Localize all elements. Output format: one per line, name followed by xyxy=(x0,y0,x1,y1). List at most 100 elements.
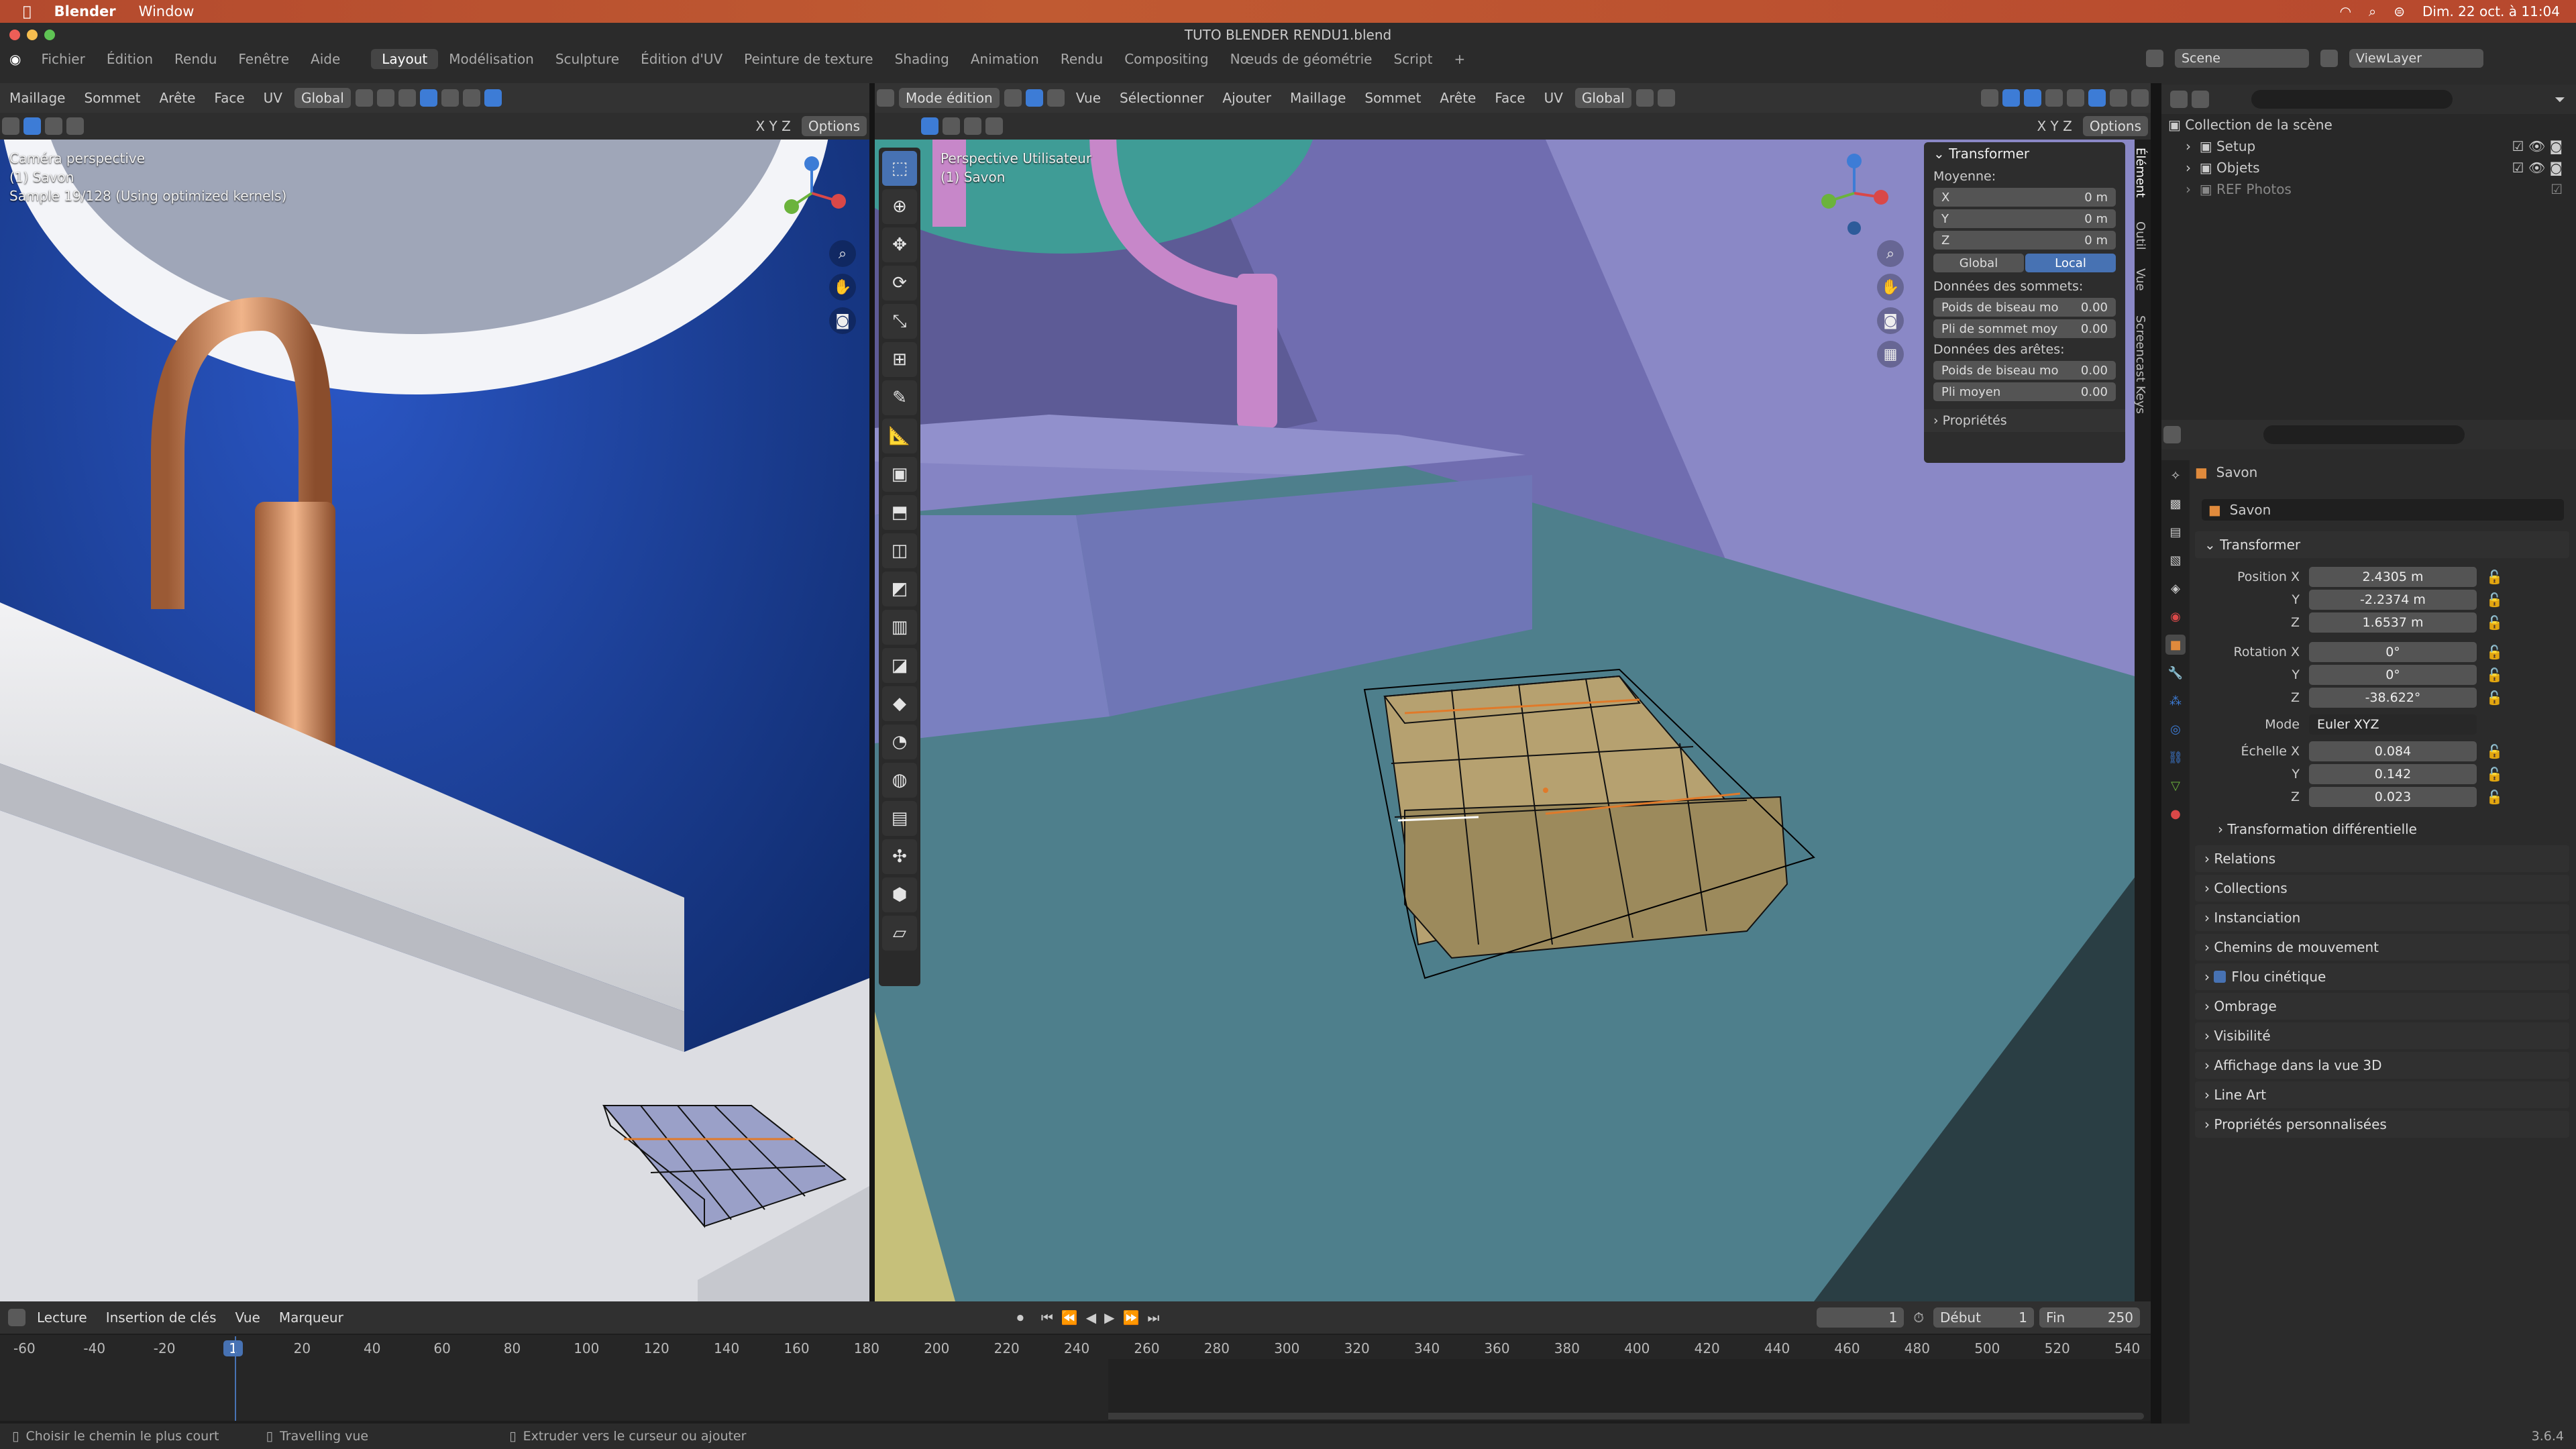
right-menu-mesh[interactable]: Maillage xyxy=(1281,90,1355,106)
end-frame-field[interactable]: Fin 250 xyxy=(2039,1307,2141,1328)
visibility-eye-icon[interactable]: ☑ xyxy=(2551,181,2576,197)
menu-view[interactable]: Vue xyxy=(229,1307,267,1328)
viewlayer-selector[interactable]: ViewLayer xyxy=(2349,49,2483,68)
rotate-tool-icon[interactable]: ⟳ xyxy=(882,266,917,301)
tool-tab-icon[interactable]: ✧ xyxy=(2165,466,2186,486)
scene-selector[interactable]: Scene xyxy=(2175,49,2309,68)
select-mode-icon[interactable] xyxy=(2,117,19,135)
lock-icon[interactable]: 🔓 xyxy=(2477,614,2503,631)
timeline-type-icon[interactable] xyxy=(8,1309,25,1326)
shrink-fatten-tool-icon[interactable]: ✣ xyxy=(882,839,917,874)
poly-build-tool-icon[interactable]: ◆ xyxy=(882,686,917,721)
right-orientation-dropdown[interactable]: Global xyxy=(1574,88,1631,108)
material-shading-icon[interactable] xyxy=(2110,89,2127,107)
expand-icon[interactable]: › xyxy=(2186,181,2200,197)
clock-text[interactable]: Dim. 22 oct. à 11:04 xyxy=(2422,3,2560,19)
vertex-crease-field[interactable]: Pli de sommet moy 0.00 xyxy=(1933,319,2116,338)
overlay-icon[interactable] xyxy=(419,89,437,107)
side-tab-view[interactable]: Vue xyxy=(2133,268,2147,291)
camera-icon[interactable]: ◙ xyxy=(829,307,856,334)
inset-tool-icon[interactable]: ◫ xyxy=(882,533,917,568)
outliner-item-setup[interactable]: › ▣ Setup ☑ 👁 ◙ xyxy=(2161,136,2576,157)
rotation-z-field[interactable]: -38.622° xyxy=(2309,688,2477,708)
loop-cut-tool-icon[interactable]: ▥ xyxy=(882,610,917,645)
right-navigation-gizmo[interactable] xyxy=(1814,153,1894,240)
delta-transform-section[interactable]: › Transformation différentielle xyxy=(2208,816,2569,843)
lock-icon[interactable]: 🔓 xyxy=(2477,644,2503,660)
search-icon[interactable]: ⌕ xyxy=(2369,3,2376,19)
rotation-x-field[interactable]: 0° xyxy=(2309,642,2477,662)
cursor-tool-icon[interactable]: ⊕ xyxy=(882,189,917,224)
smooth-tool-icon[interactable]: ◍ xyxy=(882,763,917,798)
menu-keying[interactable]: Insertion de clés xyxy=(99,1307,223,1328)
transform-section[interactable]: ⌄ Transformer xyxy=(2195,531,2569,558)
wireframe-shading-icon[interactable] xyxy=(2067,89,2084,107)
right-snap-icon[interactable] xyxy=(1635,89,1654,107)
position-y-field[interactable]: -2.2374 m xyxy=(2309,590,2477,610)
tab-modeling[interactable]: Modélisation xyxy=(438,49,545,69)
mode-dropdown[interactable]: Mode édition xyxy=(899,88,1000,108)
right-select-subtract-icon[interactable] xyxy=(964,117,981,135)
median-z-field[interactable]: Z0 m xyxy=(1933,231,2116,250)
tab-layout[interactable]: Layout xyxy=(371,49,439,69)
left-menu-uv[interactable]: UV xyxy=(254,90,292,106)
tab-rendering[interactable]: Rendu xyxy=(1050,49,1114,69)
output-tab-icon[interactable]: ▤ xyxy=(2165,522,2186,542)
right-menu-select[interactable]: Sélectionner xyxy=(1110,90,1213,106)
side-tab-tool[interactable]: Outil xyxy=(2133,221,2147,250)
area-divider[interactable] xyxy=(2151,83,2161,1424)
visibility-eye-icon[interactable]: ☑ 👁 ◙ xyxy=(2512,160,2576,176)
right-camera-icon[interactable]: ◙ xyxy=(1877,307,1904,334)
pan-hand-icon[interactable]: ✋ xyxy=(829,274,856,301)
tab-texture-paint[interactable]: Peinture de texture xyxy=(733,49,883,69)
scale-z-field[interactable]: 0.023 xyxy=(2309,787,2477,807)
select-box-tool-icon[interactable]: ⬚ xyxy=(882,151,917,186)
viewlayer-icon[interactable] xyxy=(2320,50,2338,67)
pivot-icon[interactable] xyxy=(355,89,373,107)
select-extend-icon[interactable] xyxy=(45,117,62,135)
visibility-icon[interactable] xyxy=(1981,89,1998,107)
outliner-item-objets[interactable]: › ▣ Objets ☑ 👁 ◙ xyxy=(2161,157,2576,178)
right-ortho-grid-icon[interactable]: ▦ xyxy=(1877,341,1904,368)
xray-icon[interactable] xyxy=(441,89,459,107)
spin-tool-icon[interactable]: ◔ xyxy=(882,724,917,759)
rotation-y-field[interactable]: 0° xyxy=(2309,665,2477,685)
section-motion-blur[interactable]: › Flou cinétique xyxy=(2195,963,2569,990)
record-icon[interactable]: ⏺ xyxy=(1004,1309,1037,1326)
scale-y-field[interactable]: 0.142 xyxy=(2309,764,2477,784)
right-menu-vertex[interactable]: Sommet xyxy=(1355,90,1430,106)
properties-section[interactable]: › Propriétés xyxy=(1924,409,2125,432)
position-z-field[interactable]: 1.6537 m xyxy=(2309,612,2477,633)
chevron-down-icon[interactable]: ⌄ xyxy=(1933,146,1949,162)
right-menu-edge[interactable]: Arête xyxy=(1430,90,1485,106)
scene-icon[interactable] xyxy=(2146,50,2163,67)
add-cube-tool-icon[interactable]: ▣ xyxy=(882,457,917,492)
knife-tool-icon[interactable]: ◪ xyxy=(882,648,917,683)
rotation-mode-dropdown[interactable]: Euler XYZ xyxy=(2309,714,2477,735)
play-reverse-icon[interactable]: ◀ xyxy=(1082,1309,1100,1326)
outliner-search-input[interactable] xyxy=(2251,90,2453,109)
blender-logo-icon[interactable]: ◉ xyxy=(0,51,30,67)
right-axes-toggle[interactable]: X Y Z xyxy=(2029,118,2080,134)
modifier-tab-icon[interactable]: 🔧 xyxy=(2165,663,2186,683)
material-tab-icon[interactable]: ● xyxy=(2165,804,2186,824)
expand-icon[interactable]: › xyxy=(2186,160,2200,176)
properties-search-input[interactable] xyxy=(2263,425,2465,444)
play-icon[interactable]: ▶ xyxy=(1100,1309,1118,1326)
playhead-line[interactable] xyxy=(235,1336,236,1421)
right-select-extend-icon[interactable] xyxy=(943,117,960,135)
zoom-icon[interactable]: ⌕ xyxy=(829,240,856,267)
scene-tab-icon[interactable]: ◈ xyxy=(2165,578,2186,598)
prev-keyframe-icon[interactable]: ⏪ xyxy=(1057,1309,1082,1326)
lock-icon[interactable]: 🔓 xyxy=(2477,592,2503,608)
shear-tool-icon[interactable]: ⬢ xyxy=(882,877,917,912)
left-menu-vertex[interactable]: Sommet xyxy=(74,90,150,106)
transform-tool-icon[interactable]: ⊞ xyxy=(882,342,917,377)
timeline-ruler[interactable]: -60 -40 -20 1 20 40 60 80 100 120 140 160 180 200 220 2… xyxy=(0,1335,2151,1359)
left-menu-edge[interactable]: Arête xyxy=(150,90,205,106)
left-axes-toggle[interactable]: X Y Z xyxy=(747,118,798,134)
face-select-icon[interactable] xyxy=(1046,89,1065,107)
select-subtract-icon[interactable] xyxy=(66,117,84,135)
snap-icon[interactable] xyxy=(376,89,394,107)
right-menu-view[interactable]: Vue xyxy=(1067,90,1110,106)
